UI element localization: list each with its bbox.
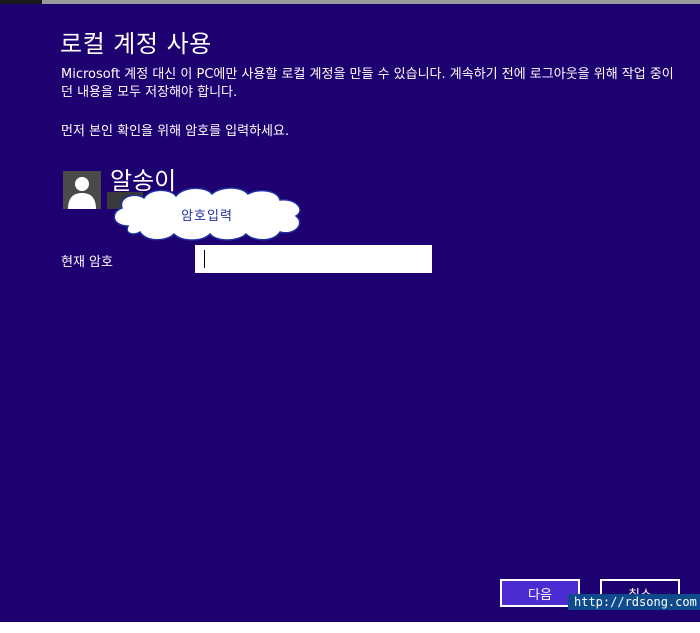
top-strip-dark-segment — [0, 0, 42, 4]
bottom-window-strip — [0, 622, 700, 633]
watermark: http://rdsong.com — [568, 594, 700, 610]
current-password-label: 현재 암호 — [61, 255, 113, 270]
avatar — [63, 171, 101, 209]
dialog-prompt: 먼저 본인 확인을 위해 암호를 입력하세요. — [61, 124, 290, 139]
current-password-input[interactable] — [195, 245, 432, 273]
user-silhouette-icon — [68, 177, 96, 209]
text-caret — [204, 250, 205, 268]
top-window-strip — [0, 0, 700, 4]
dialog-title: 로컬 계정 사용 — [60, 30, 212, 58]
dialog-description: Microsoft 계정 대신 이 PC에만 사용할 로컬 계정을 만들 수 있… — [61, 67, 674, 100]
cloud-annotation-text: 암호입력 — [181, 209, 233, 224]
